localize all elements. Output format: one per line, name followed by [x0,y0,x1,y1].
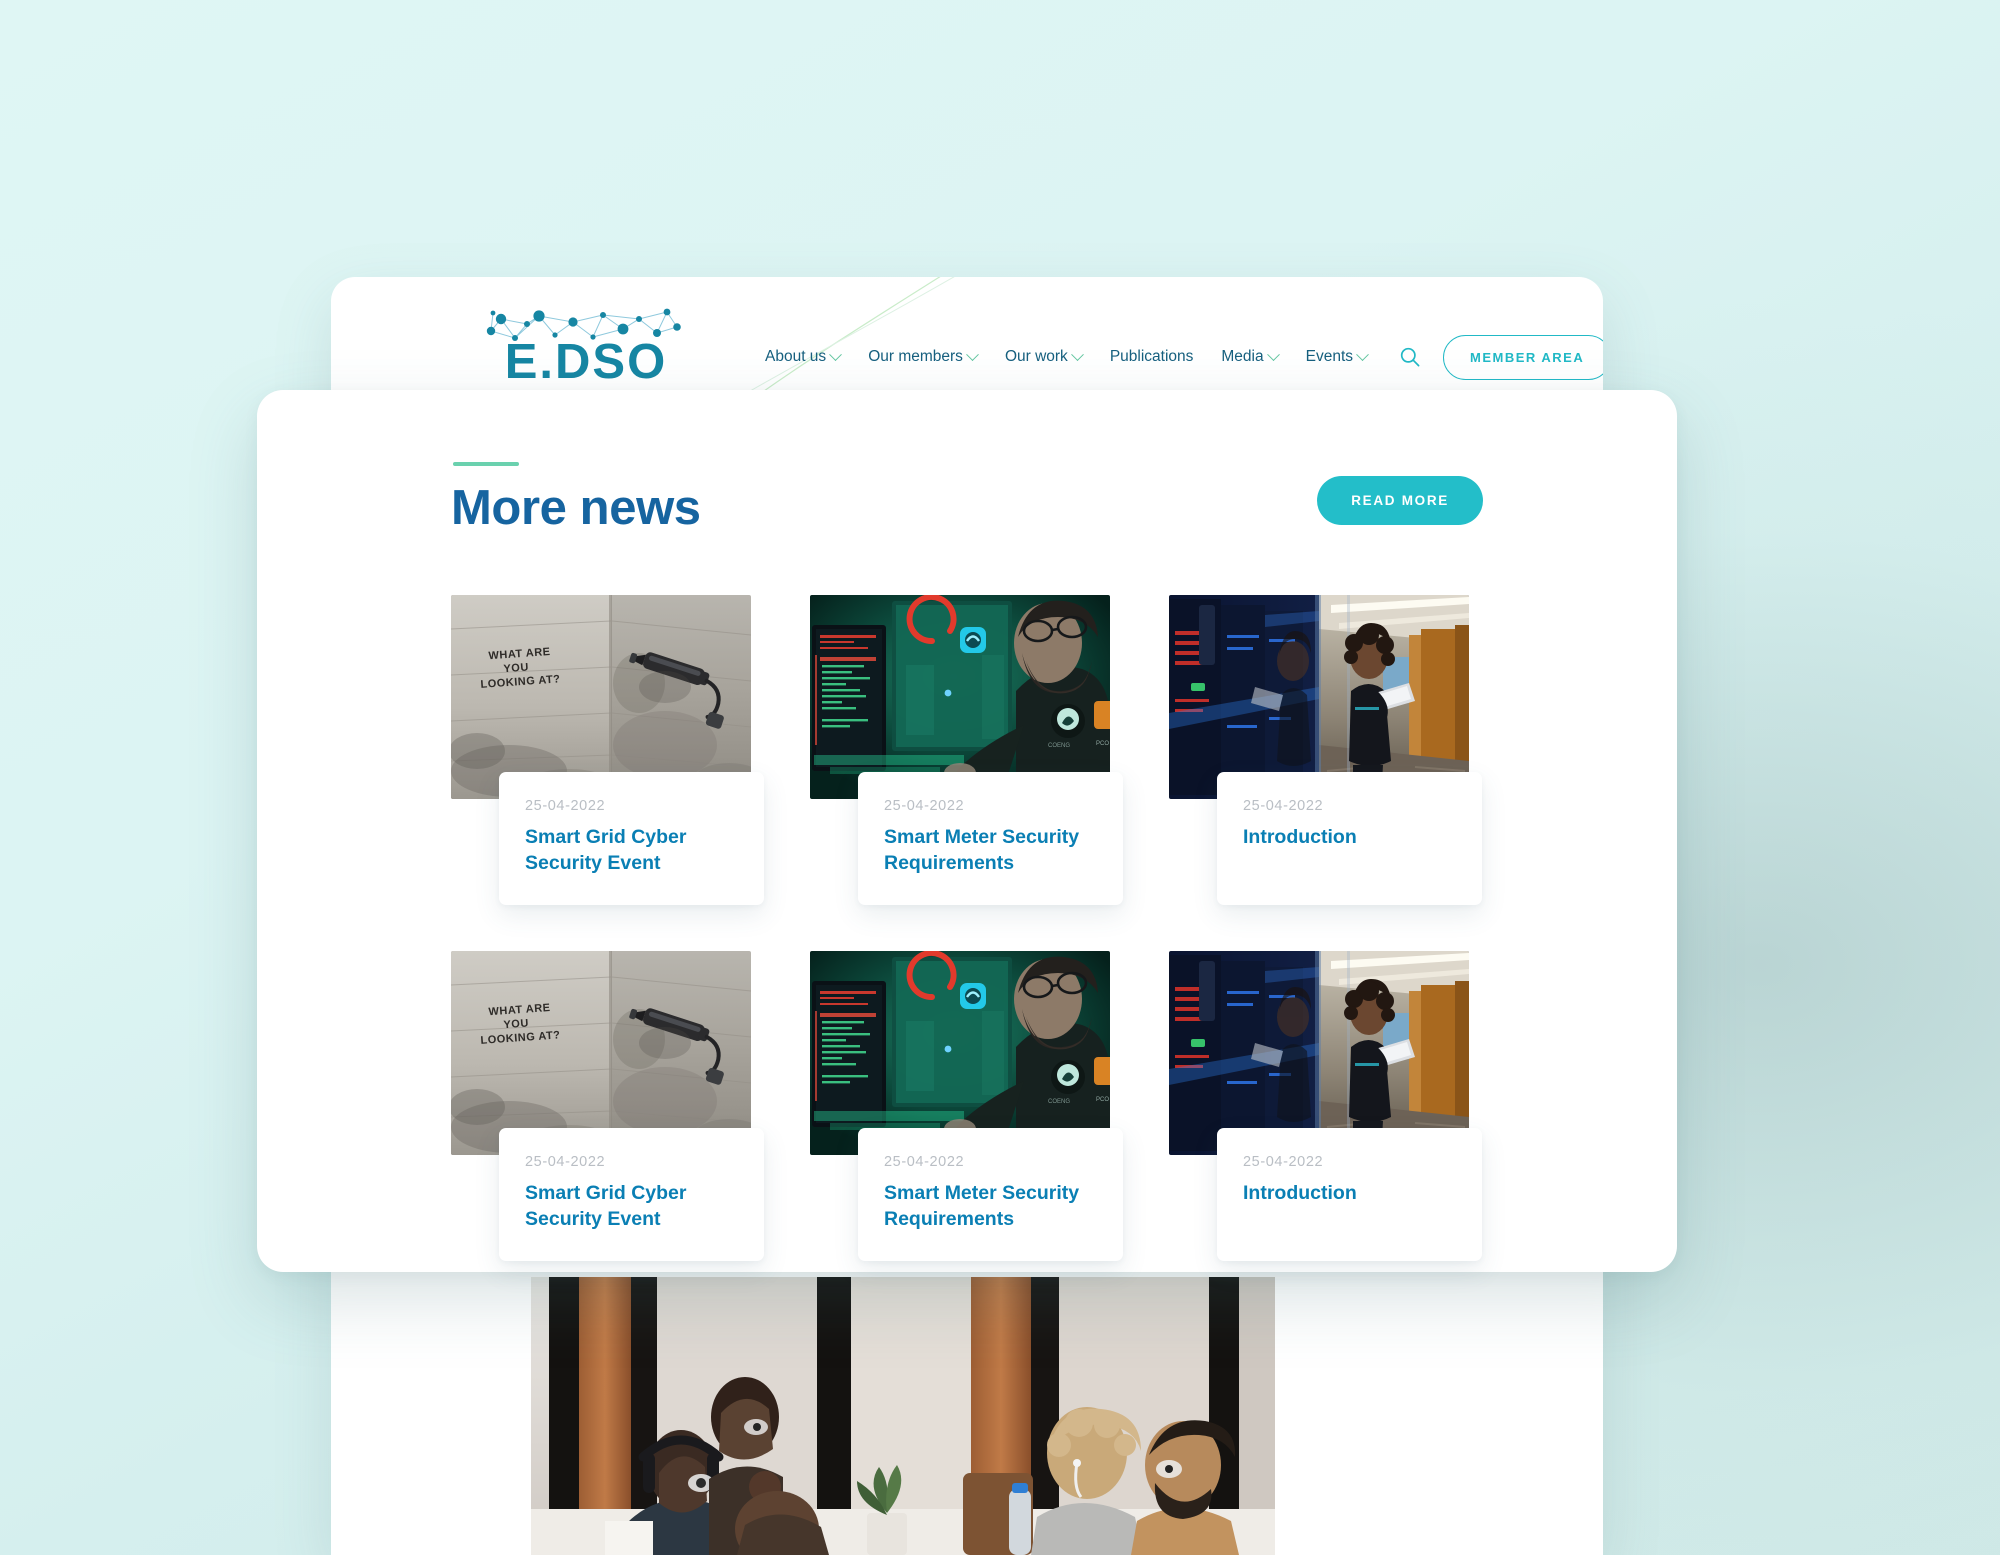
news-card-title[interactable]: Smart Grid Cyber Security Event [525,1181,740,1232]
news-card-title[interactable]: Smart Meter Security Requirements [884,825,1099,876]
news-card[interactable]: WHAT ARE YOU LOOKING AT? 25-04-2022 Smar… [451,951,764,1261]
news-card-image-camera-wall: WHAT ARE YOU LOOKING AT? [451,595,751,799]
accent-rule [453,462,519,466]
nav-label: Media [1221,348,1264,365]
news-card-text: 25-04-2022 Introduction [1217,772,1482,905]
news-card-text: 25-04-2022 Smart Grid Cyber Security Eve… [499,772,764,905]
news-card-date: 25-04-2022 [884,798,965,814]
news-card-date: 25-04-2022 [1243,798,1324,814]
page-root: E.DSO SHAPING SMARTER GRIDS FOR YOUR FUT… [0,0,2000,1555]
news-card-image-camera-wall: WHAT ARE YOU LOOKING AT? [451,951,751,1155]
news-card-title[interactable]: Introduction [1243,825,1458,851]
chevron-down-icon [966,347,979,361]
news-card-text: 25-04-2022 Smart Grid Cyber Security Eve… [499,1128,764,1261]
chevron-down-icon [1266,347,1280,361]
nav-item-media[interactable]: Media [1207,347,1291,366]
search-icon [1400,347,1420,367]
news-card-title[interactable]: Smart Meter Security Requirements [884,1181,1099,1232]
green-lit-monitors-photo-art: PCO COENG [810,595,1110,799]
nav-item-our-work[interactable]: Our work [991,347,1096,366]
news-card-date: 25-04-2022 [1243,1154,1324,1170]
card-row: WHAT ARE YOU LOOKING AT? 25-04-2022 Smar… [451,595,1483,905]
news-card-text: 25-04-2022 Introduction [1217,1128,1482,1261]
svg-text:YOU: YOU [503,1017,529,1031]
svg-text:YOU: YOU [503,661,529,675]
surveillance-camera-photo-art: WHAT ARE YOU LOOKING AT? [451,595,751,799]
member-area-button[interactable]: MEMBER AREA [1443,334,1603,380]
data-center-corridor-photo-art [1169,595,1469,799]
svg-text:PCO: PCO [1096,741,1109,747]
chevron-down-icon [1356,347,1369,361]
search-button[interactable] [1381,346,1435,368]
nav-label: Events [1305,348,1353,365]
news-card-title[interactable]: Introduction [1243,1181,1458,1207]
nav-item-publications[interactable]: Publications [1096,348,1208,366]
card-row: WHAT ARE YOU LOOKING AT? 25-04-2022 Smar… [451,951,1483,1261]
news-card-image-green-monitors: PCO COENG [810,951,1110,1155]
nav-label: Our work [1004,348,1068,365]
nav-item-events[interactable]: Events [1292,347,1381,366]
news-card-date: 25-04-2022 [525,1154,606,1170]
svg-text:PCO: PCO [1096,1097,1109,1103]
page-title: More news [451,481,701,535]
nav-label: Our members [868,348,963,365]
news-card-text: 25-04-2022 Smart Meter Security Requirem… [858,1128,1123,1261]
chevron-down-icon [829,347,843,361]
nav-item-our-members[interactable]: Our members [854,347,991,366]
nav-label: Publications [1109,348,1194,365]
green-lit-monitors-photo-art: PCO COENG [810,951,1110,1155]
news-card-title[interactable]: Smart Grid Cyber Security Event [525,825,740,876]
svg-text:COENG: COENG [1048,743,1070,749]
news-card[interactable]: PCO COENG 25-04-2022 Smart Meter Securit… [810,951,1123,1261]
nav-label: About us [765,348,827,365]
news-card[interactable]: 25-04-2022 Introduction [1169,595,1482,905]
more-news-panel: More news READ MORE WHAT ARE YOU LOOKING… [257,390,1677,1272]
news-card-image-datacenter [1169,595,1469,799]
nav-item-about-us[interactable]: About us [751,347,854,366]
surveillance-camera-photo-art: WHAT ARE YOU LOOKING AT? [451,951,751,1155]
logo-wordmark: E.DSO [504,335,668,389]
news-card[interactable]: 25-04-2022 Introduction [1169,951,1482,1261]
chevron-down-icon [1070,347,1084,361]
read-more-button[interactable]: READ MORE [1317,476,1483,525]
section-header: More news READ MORE [451,462,1483,554]
footer-media-area [331,1277,1603,1555]
news-card-image-datacenter [1169,951,1469,1155]
news-card-date: 25-04-2022 [525,798,606,814]
meeting-photo-art [531,1277,1275,1555]
data-center-corridor-photo-art [1169,951,1469,1155]
news-card-text: 25-04-2022 Smart Meter Security Requirem… [858,772,1123,905]
meeting-photo [531,1277,1275,1555]
news-card-date: 25-04-2022 [884,1154,965,1170]
news-card-grid: WHAT ARE YOU LOOKING AT? 25-04-2022 Smar… [451,595,1483,1307]
news-card-image-green-monitors: PCO COENG [810,595,1110,799]
svg-text:COENG: COENG [1048,1099,1070,1105]
news-card[interactable]: PCO COENG 25-04-2022 Smart Meter Securit… [810,595,1123,905]
news-card[interactable]: WHAT ARE YOU LOOKING AT? 25-04-2022 Smar… [451,595,764,905]
